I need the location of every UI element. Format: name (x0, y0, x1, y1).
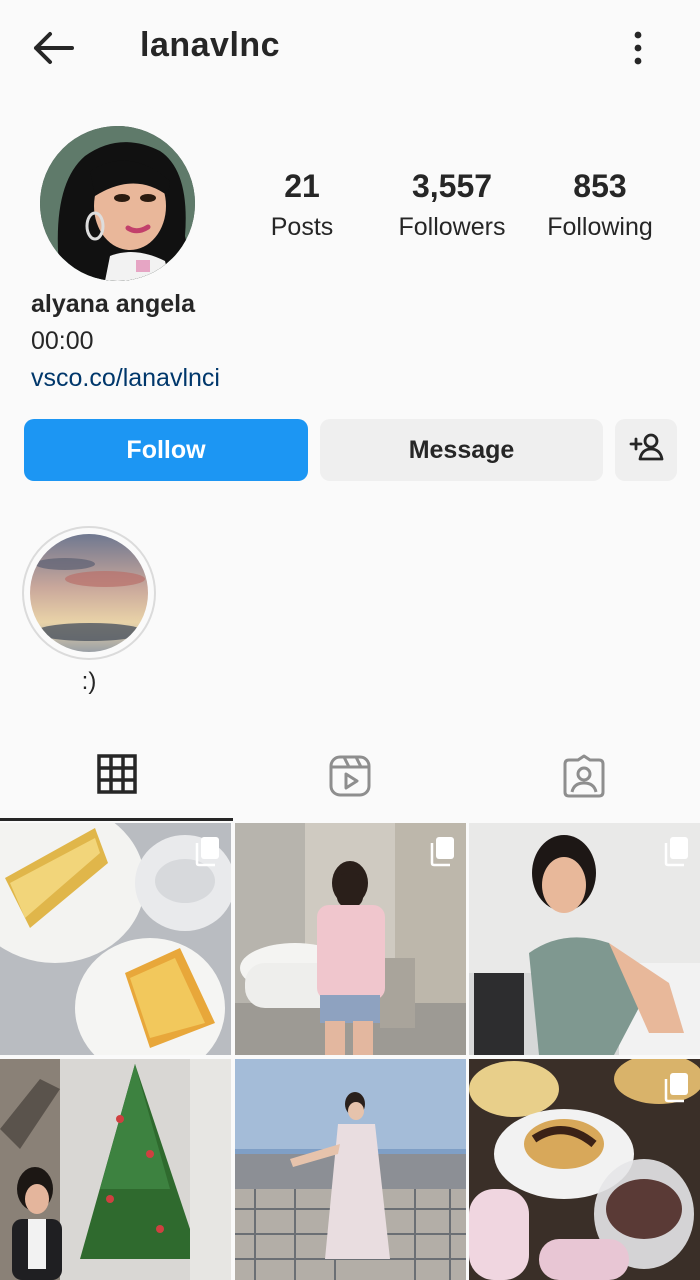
multiple-photos-icon (189, 835, 221, 867)
following-value: 853 (573, 168, 627, 204)
add-person-icon (628, 431, 664, 470)
post-thumbnail[interactable] (469, 1059, 700, 1280)
followers-count[interactable]: 3,557 Followers (372, 168, 532, 242)
posts-label: Posts (270, 213, 334, 241)
profile-full-name: alyana angela (31, 290, 195, 318)
grid-icon (96, 754, 137, 799)
top-bar: lanavlnc (0, 0, 700, 95)
following-label: Following (547, 213, 653, 241)
tagged-icon (562, 754, 606, 803)
story-highlight[interactable] (22, 526, 156, 660)
tab-reels[interactable] (233, 735, 466, 821)
reels-icon (328, 754, 372, 803)
highlight-cover (30, 534, 148, 652)
profile-link[interactable]: vsco.co/lanavlnci (31, 364, 220, 393)
message-button[interactable]: Message (320, 419, 603, 481)
multiple-photos-icon (658, 1071, 690, 1103)
suggested-users-button[interactable] (615, 419, 677, 481)
followers-label: Followers (398, 213, 506, 241)
post-thumbnail[interactable] (0, 1059, 231, 1280)
post-thumbnail[interactable] (235, 823, 466, 1055)
multiple-photos-icon (424, 835, 456, 867)
highlight-label: :) (81, 668, 97, 695)
follow-button[interactable]: Follow (24, 419, 308, 481)
posts-count[interactable]: 21 Posts (222, 168, 382, 242)
following-count[interactable]: 853 Following (520, 168, 680, 242)
post-thumbnail[interactable] (469, 823, 700, 1055)
post-thumbnail[interactable] (235, 1059, 466, 1280)
tab-tagged[interactable] (467, 735, 700, 821)
profile-bio: 00:00 (31, 327, 94, 355)
post-thumbnail[interactable] (0, 823, 231, 1055)
followers-value: 3,557 (411, 168, 493, 204)
profile-tabs (0, 735, 700, 821)
more-options-icon[interactable] (620, 24, 656, 72)
profile-avatar[interactable] (40, 126, 195, 281)
tab-posts-grid[interactable] (0, 735, 233, 821)
posts-value: 21 (284, 168, 320, 204)
profile-username: lanavlnc (140, 26, 281, 64)
multiple-photos-icon (658, 835, 690, 867)
back-arrow-icon[interactable] (28, 24, 80, 72)
